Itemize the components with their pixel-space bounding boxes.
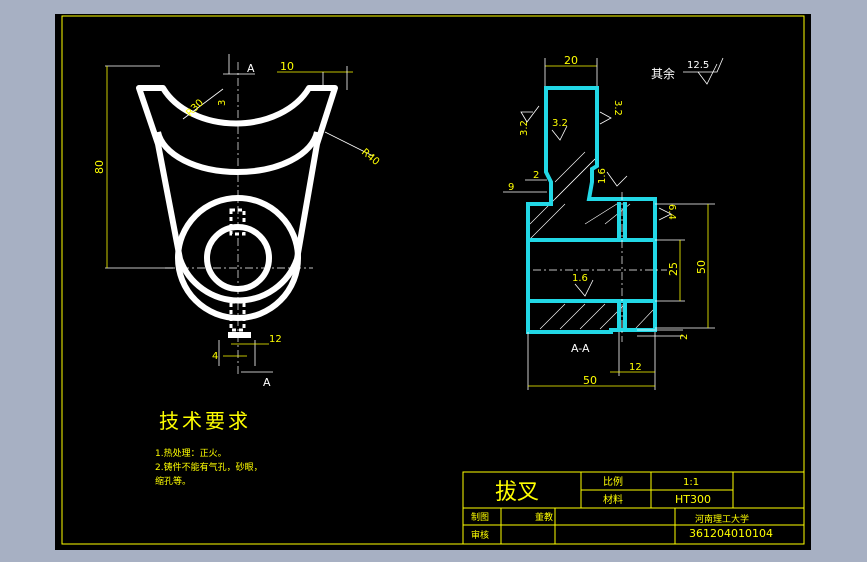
dim-2: 2 [533, 170, 539, 181]
drawing-viewport[interactable]: 80 10 A 3 R30 R40 12 4 A 20 3.2 3.2 3.2 … [55, 14, 811, 550]
roughness-note: 其余 12.5 [651, 57, 724, 85]
dim-3-2-right: 3.2 [612, 100, 623, 116]
drawn-label: 制图 [471, 511, 489, 523]
dim-4: 4 [212, 351, 218, 362]
technical-requirements: 技术要求 1.热处理：正火。 2.铸件不能有气孔，砂眼， 缩孔等。 [155, 409, 263, 487]
section-label-a-bottom: A [263, 376, 271, 389]
tech-req-line-1: 1.热处理：正火。 [155, 447, 227, 459]
material-label: 材料 [603, 493, 623, 506]
drawn-name: 董教 [535, 511, 553, 523]
tech-req-title: 技术要求 [159, 409, 251, 433]
dim-80: 80 [93, 160, 106, 174]
dim-12: 12 [269, 334, 282, 345]
title-block: 拔叉 比例 1:1 材料 HT300 制图 董教 审核 河南理工大学 36120… [462, 471, 805, 545]
dim-20: 20 [564, 54, 578, 67]
dim-12-section: 12 [629, 362, 642, 373]
dim-3-2-inner: 3.2 [552, 118, 568, 129]
dim-1-6-upper: 1.6 [597, 168, 608, 184]
dim-3: 3 [217, 100, 228, 106]
tech-req-line-3: 缩孔等。 [155, 475, 191, 487]
dim-10: 10 [280, 60, 294, 73]
bottom-boss [228, 332, 251, 338]
scale-value: 1:1 [683, 477, 699, 488]
cad-drawing: 80 10 A 3 R30 R40 12 4 A 20 3.2 3.2 3.2 … [61, 15, 805, 545]
dim-25: 25 [667, 262, 680, 276]
dim-1-6-lower: 1.6 [572, 273, 588, 284]
svg-text:其余: 其余 [651, 66, 675, 81]
section-outline[interactable] [526, 86, 657, 334]
dim-3-2-left: 3.2 [519, 120, 530, 136]
checked-label: 审核 [471, 529, 489, 541]
dim-50-height: 50 [695, 260, 708, 274]
section-label-a-top: A [247, 62, 255, 75]
part-name: 拔叉 [495, 480, 539, 505]
dim-9: 9 [508, 182, 514, 193]
svg-text:12.5: 12.5 [687, 60, 709, 71]
fork-outline [136, 85, 338, 304]
scale-label: 比例 [603, 475, 623, 488]
drawing-number: 361204010104 [689, 527, 773, 540]
tech-req-line-2: 2.铸件不能有气孔，砂眼， [155, 461, 263, 473]
section-label-aa: A-A [571, 342, 590, 355]
dim-r40: R40 [359, 147, 381, 168]
school-name: 河南理工大学 [695, 513, 749, 525]
front-view: 80 10 A 3 R30 R40 12 4 A [93, 54, 381, 389]
material-value: HT300 [675, 493, 711, 506]
dim-50-width: 50 [583, 374, 597, 387]
dim-2-right: 2 [679, 334, 690, 340]
fork-inner-arc [155, 131, 320, 175]
section-view: 20 3.2 3.2 3.2 2 9 1.6 6.4 50 25 1.6 2 A… [503, 54, 715, 390]
